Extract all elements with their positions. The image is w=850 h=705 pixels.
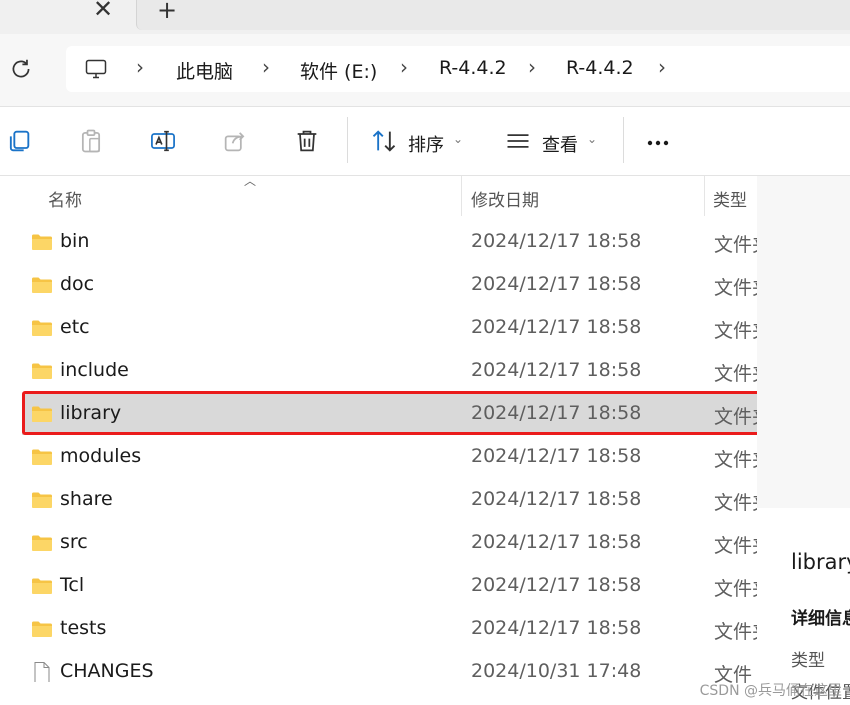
file-modified-date: 2024/12/17 18:58 bbox=[471, 574, 642, 596]
file-modified-date: 2024/12/17 18:58 bbox=[471, 359, 642, 381]
file-row[interactable]: modules 2024/12/17 18:58 文件夹 bbox=[22, 437, 757, 478]
file-modified-date: 2024/12/17 18:58 bbox=[471, 617, 642, 639]
tab-strip: ✕ + bbox=[0, 0, 850, 34]
more-options-button[interactable] bbox=[645, 121, 675, 158]
file-row[interactable]: share 2024/12/17 18:58 文件夹 bbox=[22, 480, 757, 521]
file-name: doc bbox=[60, 273, 95, 295]
folder-icon bbox=[31, 233, 53, 251]
details-title: library bbox=[791, 550, 850, 574]
breadcrumb[interactable]: › 此电脑 › 软件 (E:) › R-4.4.2 › R-4.4.2 › bbox=[66, 46, 850, 92]
close-tab-icon[interactable]: ✕ bbox=[88, 0, 118, 24]
file-name: Tcl bbox=[60, 574, 85, 596]
file-row[interactable]: Tcl 2024/12/17 18:58 文件夹 bbox=[22, 566, 757, 607]
file-name: CHANGES bbox=[60, 660, 154, 682]
file-row[interactable]: doc 2024/12/17 18:58 文件夹 bbox=[22, 265, 757, 306]
copy-icon[interactable] bbox=[5, 127, 33, 155]
more-icon bbox=[647, 140, 669, 146]
breadcrumb-separator[interactable]: › bbox=[528, 55, 536, 79]
chevron-down-icon[interactable]: ⌄ bbox=[453, 132, 463, 146]
refresh-icon[interactable] bbox=[8, 56, 34, 82]
file-row[interactable]: src 2024/12/17 18:58 文件夹 bbox=[22, 523, 757, 564]
column-divider[interactable] bbox=[704, 176, 705, 216]
breadcrumb-separator[interactable]: › bbox=[262, 55, 270, 79]
toolbar-divider bbox=[347, 117, 348, 163]
file-name: tests bbox=[60, 617, 107, 639]
file-name: share bbox=[60, 488, 113, 510]
command-bar: 排序 ⌄ 查看 ⌄ bbox=[0, 107, 850, 176]
file-row[interactable]: CHANGES 2024/10/31 17:48 文件 bbox=[22, 652, 757, 693]
file-type: 文件夹 bbox=[714, 320, 757, 342]
file-modified-date: 2024/12/17 18:58 bbox=[471, 531, 642, 553]
view-icon[interactable] bbox=[504, 127, 532, 155]
file-row[interactable]: bin 2024/12/17 18:58 文件夹 bbox=[22, 222, 757, 263]
file-modified-date: 2024/12/17 18:58 bbox=[471, 230, 642, 252]
paste-icon[interactable] bbox=[77, 127, 105, 155]
file-icon bbox=[31, 662, 53, 684]
watermark: CSDN @兵马俑在这里 bbox=[699, 683, 842, 699]
folder-icon bbox=[31, 362, 53, 380]
breadcrumb-drive[interactable]: 软件 (E:) bbox=[300, 57, 377, 84]
column-header: ︿ 名称 修改日期 类型 bbox=[0, 174, 757, 216]
file-row[interactable]: tests 2024/12/17 18:58 文件夹 bbox=[22, 609, 757, 650]
file-modified-date: 2024/12/17 18:58 bbox=[471, 316, 642, 338]
file-type: 文件夹 bbox=[714, 363, 757, 385]
file-name: bin bbox=[60, 230, 90, 252]
file-type: 文件夹 bbox=[714, 492, 757, 514]
file-name: modules bbox=[60, 445, 142, 467]
red-highlight-box bbox=[22, 391, 778, 435]
file-type: 文件夹 bbox=[714, 449, 757, 471]
folder-icon bbox=[31, 491, 53, 509]
folder-icon bbox=[31, 319, 53, 337]
breadcrumb-separator[interactable]: › bbox=[136, 55, 144, 79]
file-modified-date: 2024/12/17 18:58 bbox=[471, 445, 642, 467]
file-type: 文件夹 bbox=[714, 234, 757, 256]
chevron-down-icon[interactable]: ⌄ bbox=[587, 132, 597, 146]
folder-icon bbox=[31, 577, 53, 595]
folder-icon bbox=[31, 534, 53, 552]
file-type: 文件夹 bbox=[714, 621, 757, 643]
folder-icon bbox=[31, 276, 53, 294]
folder-icon bbox=[31, 448, 53, 466]
toolbar-divider bbox=[623, 117, 624, 163]
file-name: include bbox=[60, 359, 129, 381]
computer-icon[interactable] bbox=[84, 57, 108, 81]
delete-icon[interactable] bbox=[293, 127, 321, 155]
folder-icon bbox=[31, 620, 53, 638]
file-type: 文件夹 bbox=[714, 578, 757, 600]
details-type-label: 类型 bbox=[791, 651, 825, 671]
column-name[interactable]: 名称 bbox=[48, 186, 82, 211]
column-modified[interactable]: 修改日期 bbox=[471, 186, 539, 211]
file-type: 文件夹 bbox=[714, 535, 757, 557]
new-tab-icon[interactable]: + bbox=[157, 0, 177, 24]
sort-icon[interactable] bbox=[370, 127, 398, 155]
share-icon[interactable] bbox=[221, 127, 249, 155]
file-row[interactable]: include 2024/12/17 18:58 文件夹 bbox=[22, 351, 757, 392]
new-tab-area: + bbox=[136, 0, 850, 30]
file-modified-date: 2024/12/17 18:58 bbox=[471, 488, 642, 510]
file-modified-date: 2024/10/31 17:48 bbox=[471, 660, 642, 682]
column-divider[interactable] bbox=[461, 176, 462, 216]
file-name: etc bbox=[60, 316, 90, 338]
breadcrumb-folder-1[interactable]: R-4.4.2 bbox=[439, 57, 507, 79]
file-type: 文件夹 bbox=[714, 277, 757, 299]
file-row[interactable]: etc 2024/12/17 18:58 文件夹 bbox=[22, 308, 757, 349]
file-name: src bbox=[60, 531, 88, 553]
file-modified-date: 2024/12/17 18:58 bbox=[471, 273, 642, 295]
breadcrumb-folder-2[interactable]: R-4.4.2 bbox=[566, 57, 634, 79]
breadcrumb-this-pc[interactable]: 此电脑 bbox=[176, 57, 233, 84]
column-type[interactable]: 类型 bbox=[713, 186, 747, 211]
sort-button[interactable]: 排序 bbox=[408, 131, 444, 157]
details-pane: library 详细信息 类型 文件位置 bbox=[757, 508, 850, 705]
rename-icon[interactable] bbox=[149, 127, 177, 155]
breadcrumb-separator[interactable]: › bbox=[400, 55, 408, 79]
details-subtitle: 详细信息 bbox=[791, 609, 850, 629]
sort-ascending-icon: ︿ bbox=[244, 174, 257, 188]
view-button[interactable]: 查看 bbox=[542, 131, 578, 157]
address-row: › 此电脑 › 软件 (E:) › R-4.4.2 › R-4.4.2 › bbox=[0, 34, 850, 107]
breadcrumb-separator[interactable]: › bbox=[658, 55, 666, 79]
